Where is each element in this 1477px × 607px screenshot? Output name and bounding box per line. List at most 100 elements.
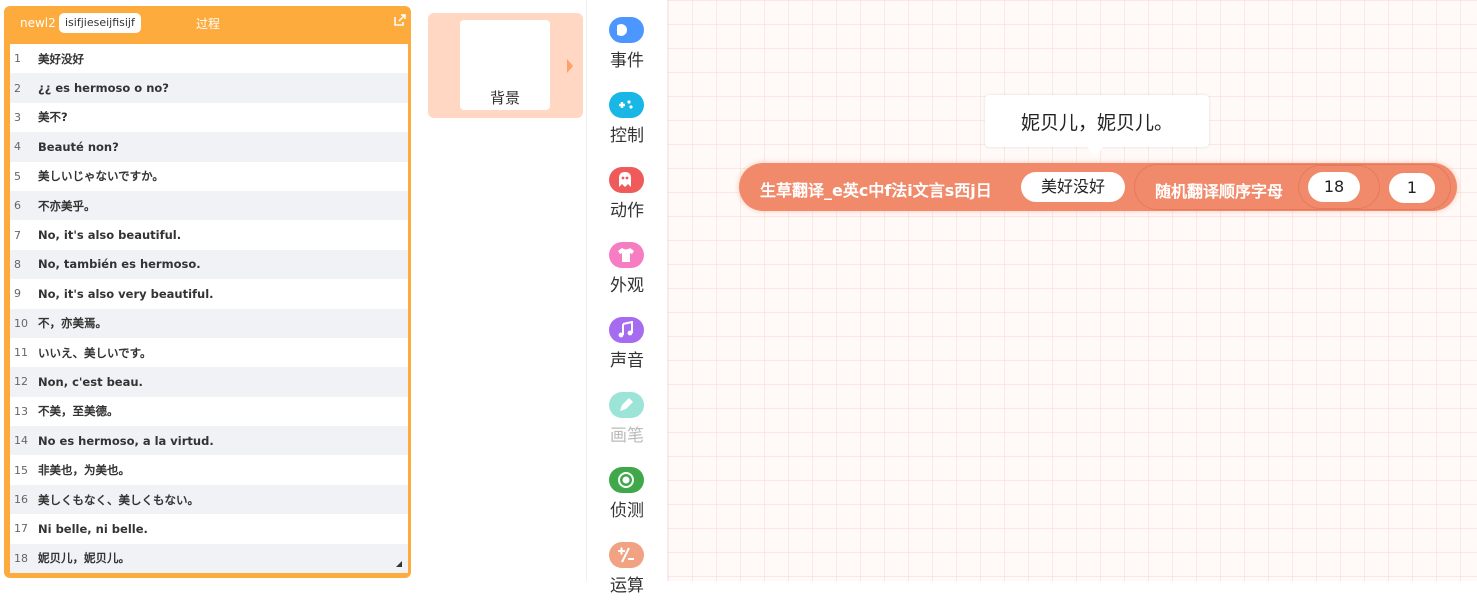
list-item[interactable]: 2 ¿¿ es hermoso o no? [10,73,408,103]
list-item-text: ¿¿ es hermoso o no? [38,81,169,96]
list-item-index: 13 [14,404,28,418]
number-slot: 18 [1298,165,1380,209]
list-item-index: 11 [14,346,28,360]
number-input-pill[interactable]: 18 [1308,172,1360,202]
list-title[interactable]: isifjieseijfisijf [59,13,141,33]
list-item[interactable]: 6 不亦美乎。 [10,190,408,221]
operators-icon [609,542,644,568]
export-icon[interactable] [393,12,407,26]
list-item-index: 9 [14,287,21,301]
category-pen[interactable]: 画笔 [587,387,667,457]
list-item-text: 妮贝儿，妮贝儿。 [38,551,130,566]
translate-block[interactable]: 生草翻译_e英c中f法i文言s西j日 美好没好 随机翻译顺序字母 18 1 [739,163,1457,211]
category-motion[interactable]: 动作 [587,162,667,232]
list-item[interactable]: 14 No es hermoso, a la virtud. [10,426,408,456]
list-item-index: 14 [14,434,28,448]
number-input-pill[interactable]: 1 [1389,173,1435,203]
result-bubble: 妮贝儿，妮贝儿。 [985,95,1209,156]
list-item-index: 1 [14,52,21,66]
list-item[interactable]: 5 美しいじゃないですか。 [10,162,408,191]
event-toggle-icon [609,17,644,43]
category-control[interactable]: 控制 [587,87,667,157]
list-item[interactable]: 13 不美，至美德。 [10,397,408,426]
list-item-text: 不美，至美德。 [38,404,119,419]
list-item-index: 18 [14,551,28,565]
list-item[interactable]: 16 美しくもなく、美しくもない。 [10,484,408,515]
list-item[interactable]: 3 美不? [10,103,408,132]
category-looks[interactable]: 外观 [587,237,667,307]
shirt-icon [609,242,644,268]
list-process-label: 过程 [196,17,221,31]
list-item-index: 4 [14,140,21,154]
category-label: 控制 [610,126,644,146]
list-owner-name: newl2 [20,16,56,30]
gamepad-icon [609,92,644,118]
expand-arrow-icon [567,59,573,73]
list-item-text: 美しくもなく、美しくもない。 [38,492,199,507]
list-item-text: No, también es hermoso. [38,257,201,272]
list-item-text: 美不? [38,110,68,125]
category-events[interactable]: 事件 [587,12,667,82]
text-input-pill[interactable]: 美好没好 [1021,172,1125,202]
list-item[interactable]: 8 No, también es hermoso. [10,249,408,280]
category-label: 事件 [610,51,644,71]
list-item-text: No es hermoso, a la virtud. [38,433,214,448]
list-item-text: 美しいじゃないですか。 [38,169,164,184]
list-item-text: No, it's also beautiful. [38,228,182,243]
list-item-text: No, it's also very beautiful. [38,286,214,301]
pen-icon [609,392,644,418]
list-item[interactable]: 7 No, it's also beautiful. [10,220,408,249]
category-label: 侦测 [610,501,644,521]
list-item-index: 17 [14,522,28,536]
list-item-index: 15 [14,463,28,477]
list-item[interactable]: 9 No, it's also very beautiful. [10,279,408,308]
music-note-icon [609,317,644,343]
category-label: 声音 [610,351,644,371]
category-operators[interactable]: 运算 [587,537,667,607]
list-item-index: 6 [14,199,21,213]
list-item[interactable]: 4 Beauté non? [10,132,408,162]
list-item-text: 不亦美乎。 [38,198,96,213]
list-item-text: Beauté non? [38,139,119,154]
category-label: 运算 [610,576,644,596]
list-item-index: 2 [14,81,21,95]
sprite-panel: 背景 [411,0,587,581]
resize-handle[interactable] [396,561,402,567]
list-item[interactable]: 18 妮贝儿，妮贝儿。 [10,543,408,573]
list-item[interactable]: 17 Ni belle, ni belle. [10,514,408,543]
category-label: 动作 [610,201,644,221]
target-icon [609,467,644,493]
stage-thumbnail: 背景 [460,20,550,110]
list-item-text: 美好没好 [38,51,84,66]
stage-label: 背景 [489,89,520,107]
list-monitor: newl2 isifjieseijfisijf 过程 1 美好没好 2 ¿¿ es … [4,6,411,578]
list-item[interactable]: 10 不，亦美焉。 [10,308,408,338]
category-label: 画笔 [610,426,644,446]
list-item-text: 不，亦美焉。 [38,316,107,331]
list-body[interactable]: 1 美好没好 2 ¿¿ es hermoso o no? 3 美不? 4 Beauté … [10,44,408,573]
list-item-index: 16 [14,493,28,507]
list-item[interactable]: 15 非美也，为美也。 [10,455,408,484]
block-category-list: 事件 控制 动作 外观 声音 画笔 侦测 运算 [587,0,668,596]
list-item-index: 12 [14,375,28,389]
category-sound[interactable]: 声音 [587,312,667,382]
list-item-text: Non, c'est beau. [38,374,143,389]
random-order-block-label: 随机翻译顺序字母 [1155,182,1284,201]
list-item-text: Ni belle, ni belle. [38,521,148,536]
list-item[interactable]: 12 Non, c'est beau. [10,367,408,397]
code-workspace[interactable]: 妮贝儿，妮贝儿。 生草翻译_e英c中f法i文言s西j日 美好没好 随机翻译顺序字… [668,0,1477,581]
list-item-text: 非美也，为美也。 [38,463,130,478]
translate-block-label: 生草翻译_e英c中f法i文言s西j日 [760,181,992,200]
random-order-block[interactable]: 随机翻译顺序字母 18 1 [1134,164,1451,210]
result-bubble-text: 妮贝儿，妮贝儿。 [1020,112,1173,134]
stage-card[interactable]: 背景 [428,13,583,118]
bubble-tail [1087,147,1103,156]
ghost-icon [609,167,644,193]
list-item[interactable]: 1 美好没好 [10,44,408,73]
category-sensing[interactable]: 侦测 [587,462,667,532]
list-item-index: 8 [14,257,21,271]
list-item-index: 3 [14,110,21,124]
list-item[interactable]: 11 いいえ、美しいです。 [10,338,408,367]
category-label: 外观 [610,276,644,296]
list-monitor-header: newl2 isifjieseijfisijf 过程 [4,6,411,42]
